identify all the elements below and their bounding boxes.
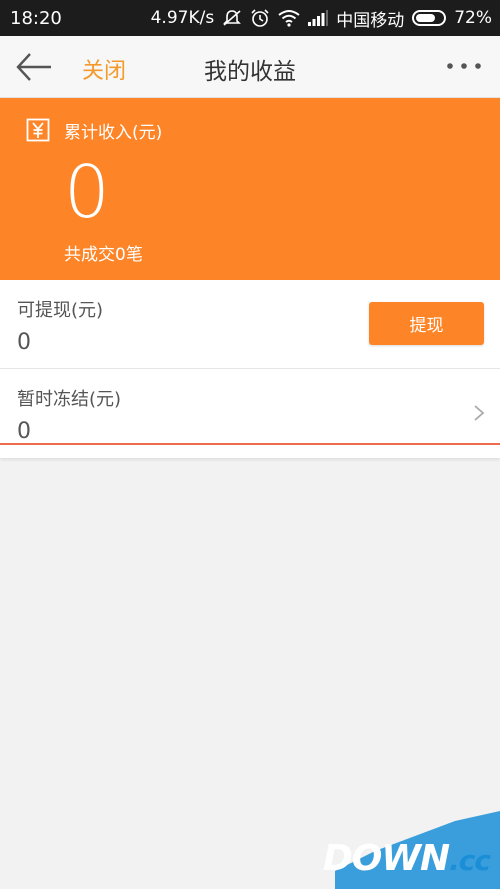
status-bar: 18:20 4.97K/s 中国移动 72% — [0, 0, 500, 36]
nav-bar: 关闭 我的收益 — [0, 36, 500, 98]
watermark-suffix: .cc — [449, 844, 491, 877]
deal-count: 共成交0笔 — [64, 245, 143, 265]
withdrawable-label: 可提现(元) — [17, 300, 104, 321]
more-button[interactable] — [446, 58, 482, 74]
alarm-icon — [250, 8, 270, 28]
chevron-right-icon — [474, 405, 485, 421]
balance-list: 可提现(元) 0 提现 暂时冻结(元) 0 — [0, 280, 500, 458]
network-speed: 4.97K/s — [150, 8, 215, 28]
frozen-row[interactable]: 暂时冻结(元) 0 — [0, 369, 500, 458]
income-summary-card: 累计收入(元) 0 共成交0笔 — [0, 98, 500, 280]
withdraw-button[interactable]: 提现 — [369, 302, 484, 345]
total-income-label: 累计收入(元) — [64, 123, 163, 143]
withdrawable-row: 可提现(元) 0 提现 — [0, 280, 500, 369]
watermark-main: DOWN — [322, 838, 450, 879]
carrier-name: 中国移动 — [336, 10, 405, 31]
close-button[interactable]: 关闭 — [82, 53, 126, 85]
battery-icon — [412, 10, 447, 26]
watermark-text: DOWN.cc — [322, 838, 491, 879]
total-income-amount: 0 — [64, 150, 110, 234]
back-arrow-icon — [16, 53, 51, 81]
withdrawable-value: 0 — [17, 330, 31, 355]
battery-fill — [416, 14, 435, 22]
more-icon — [447, 63, 481, 69]
battery-percent: 72% — [454, 8, 492, 28]
mute-icon — [222, 9, 242, 27]
signal-icon — [308, 10, 329, 26]
status-time: 18:20 — [10, 7, 62, 29]
back-button[interactable] — [14, 50, 54, 84]
status-right: 4.97K/s 中国移动 72% — [151, 6, 492, 31]
frozen-label: 暂时冻结(元) — [17, 389, 122, 410]
yen-icon — [26, 118, 50, 142]
page-title: 我的收益 — [204, 59, 296, 85]
frozen-value: 0 — [17, 419, 31, 444]
wifi-icon — [278, 9, 300, 27]
watermark-logo: DOWN.cc — [323, 811, 500, 889]
frozen-underline — [0, 443, 500, 445]
